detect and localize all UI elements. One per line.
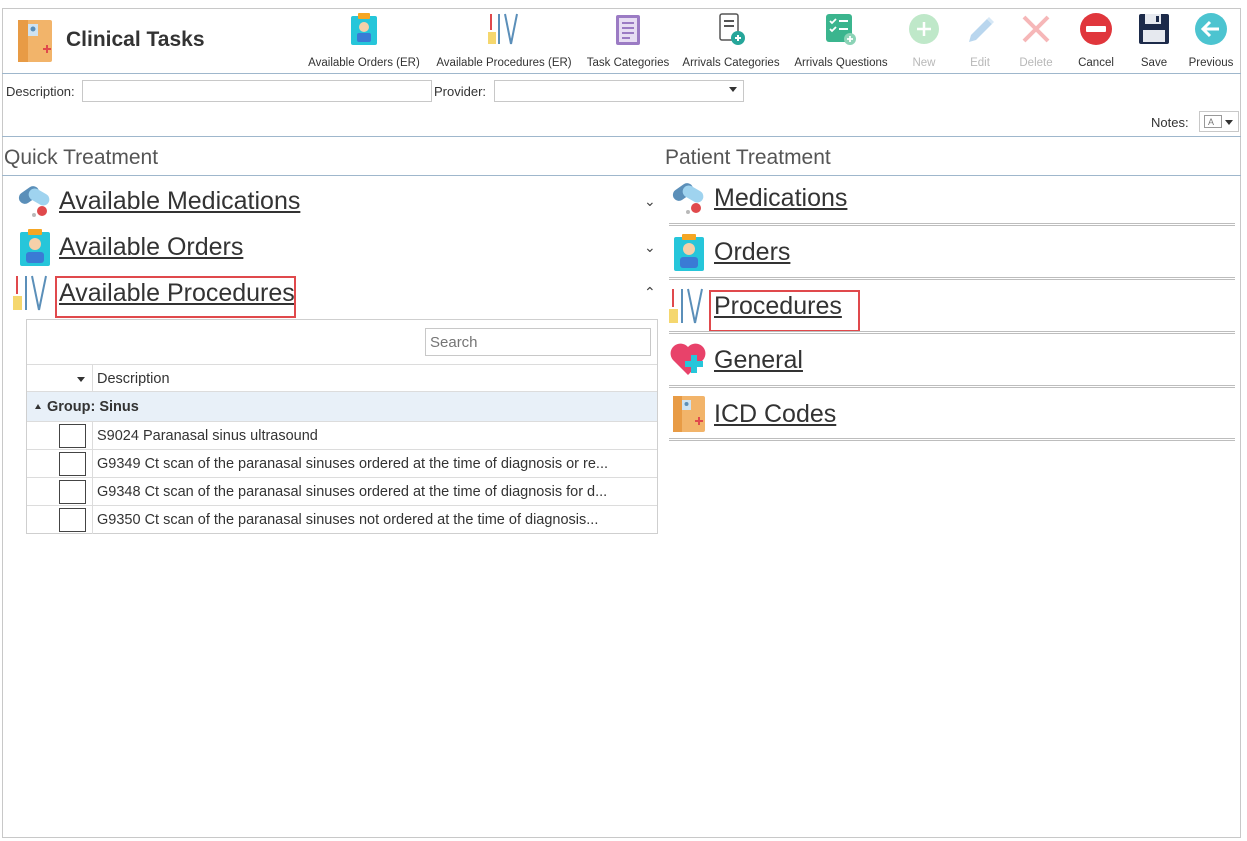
grid-header: Description <box>27 364 657 393</box>
text-format-icon: A <box>1204 115 1222 128</box>
floppy-disk-icon <box>1139 14 1169 44</box>
task-categories-button[interactable]: Task Categories <box>584 8 672 74</box>
new-label: New <box>912 57 936 69</box>
available-orders-er-label: Available Orders (ER) <box>308 57 420 69</box>
table-row[interactable]: G9349 Ct scan of the paranasal sinuses o… <box>27 450 657 478</box>
column-separator <box>92 365 93 393</box>
arrow-left-circle-icon <box>1195 13 1227 45</box>
notes-label: Notes: <box>1151 115 1189 130</box>
clipboard-doctor-icon <box>351 13 377 45</box>
general-link[interactable]: General <box>714 346 803 375</box>
medical-folder-icon <box>18 20 52 62</box>
group-row[interactable]: Group: Sinus <box>27 392 657 422</box>
pills-icon <box>18 186 50 217</box>
clipboard-doctor-icon <box>20 229 50 266</box>
delete-button[interactable]: Delete <box>1010 8 1062 74</box>
collapse-triangle-icon[interactable] <box>35 404 41 409</box>
edit-button[interactable]: Edit <box>954 8 1006 74</box>
row-checkbox[interactable] <box>59 452 86 476</box>
svg-text:A: A <box>1208 117 1214 127</box>
provider-select[interactable] <box>494 80 744 102</box>
provider-label: Provider: <box>434 84 487 99</box>
edit-label: Edit <box>970 57 990 69</box>
divider <box>669 331 1235 334</box>
pencil-icon <box>969 17 994 42</box>
search-input[interactable] <box>425 328 651 356</box>
task-list-icon <box>616 15 640 45</box>
highlight-box <box>55 276 296 318</box>
chevron-up-icon[interactable]: ⌃ <box>644 284 656 301</box>
chevron-down-icon[interactable]: ⌄ <box>644 239 656 256</box>
cancel-label: Cancel <box>1078 57 1114 69</box>
section-divider <box>2 175 1241 176</box>
description-input[interactable] <box>82 80 432 102</box>
arrivals-questions-button[interactable]: Arrivals Questions <box>790 8 892 74</box>
row-description: G9348 Ct scan of the paranasal sinuses o… <box>97 484 608 500</box>
save-label: Save <box>1140 57 1168 69</box>
chevron-down-icon <box>729 87 737 92</box>
cancel-button[interactable]: Cancel <box>1068 8 1124 74</box>
quick-treatment-title: Quick Treatment <box>4 146 159 169</box>
table-row[interactable]: S9024 Paranasal sinus ultrasound <box>27 422 657 450</box>
pills-icon <box>672 183 704 214</box>
checklist-add-icon <box>826 14 856 45</box>
table-row[interactable]: G9350 Ct scan of the paranasal sinuses n… <box>27 506 657 534</box>
row-description: G9349 Ct scan of the paranasal sinuses o… <box>97 456 609 472</box>
orders-link[interactable]: Orders <box>714 238 790 267</box>
previous-label: Previous <box>1188 57 1234 69</box>
group-label: Group: Sinus <box>47 399 139 415</box>
new-button[interactable]: New <box>898 8 950 74</box>
divider <box>669 438 1235 441</box>
column-separator <box>92 450 93 478</box>
available-orders-er-button[interactable]: Available Orders (ER) <box>304 8 424 74</box>
arrivals-questions-label: Arrivals Questions <box>794 57 888 69</box>
patient-treatment-title: Patient Treatment <box>665 146 831 169</box>
icd-codes-link[interactable]: ICD Codes <box>714 400 836 429</box>
divider <box>669 385 1235 388</box>
description-label: Description: <box>6 84 75 99</box>
column-separator <box>92 478 93 506</box>
clipboard-doctor-icon <box>674 234 704 271</box>
notes-format-dropdown[interactable]: A <box>1199 111 1239 132</box>
no-entry-icon <box>1080 13 1112 45</box>
surgical-tools-icon <box>13 275 47 311</box>
available-procedures-er-label: Available Procedures (ER) <box>436 57 572 69</box>
chevron-down-icon <box>1225 120 1233 125</box>
heart-plus-icon <box>670 343 706 375</box>
divider <box>669 277 1235 280</box>
column-header-description[interactable]: Description <box>97 371 170 387</box>
row-checkbox[interactable] <box>59 480 86 504</box>
column-separator <box>92 506 93 534</box>
available-procedures-er-button[interactable]: Available Procedures (ER) <box>432 8 576 74</box>
arrivals-categories-label: Arrivals Categories <box>682 57 780 69</box>
previous-button[interactable]: Previous <box>1184 8 1238 74</box>
column-separator <box>92 422 93 450</box>
table-row[interactable]: G9348 Ct scan of the paranasal sinuses o… <box>27 478 657 506</box>
row-checkbox[interactable] <box>59 424 86 448</box>
arrivals-categories-button[interactable]: Arrivals Categories <box>678 8 784 74</box>
document-add-icon <box>719 13 745 45</box>
surgical-tools-icon <box>669 288 703 324</box>
medications-link[interactable]: Medications <box>714 184 847 213</box>
row-checkbox[interactable] <box>59 508 86 532</box>
surgical-tools-icon <box>488 13 518 45</box>
chevron-down-icon[interactable] <box>77 377 85 382</box>
save-button[interactable]: Save <box>1130 8 1178 74</box>
medical-folder-icon <box>673 396 705 432</box>
row-description: G9350 Ct scan of the paranasal sinuses n… <box>97 512 599 528</box>
app-title: Clinical Tasks <box>66 28 205 51</box>
x-icon <box>1022 15 1050 43</box>
delete-label: Delete <box>1019 57 1053 69</box>
row-description: S9024 Paranasal sinus ultrasound <box>97 428 318 444</box>
available-medications-link[interactable]: Available Medications <box>59 187 300 216</box>
filter-bar: Description: Provider: Notes: A <box>2 80 1241 137</box>
chevron-down-icon[interactable]: ⌄ <box>644 193 656 210</box>
header-toolbar: Clinical Tasks Available Orders (ER) Ava… <box>2 8 1241 74</box>
procedures-grid: Description Group: Sinus S9024 Paranasal… <box>26 319 658 534</box>
highlight-box <box>709 290 860 332</box>
divider <box>669 223 1235 226</box>
plus-circle-icon <box>909 14 939 44</box>
task-categories-label: Task Categories <box>586 57 670 69</box>
available-orders-link[interactable]: Available Orders <box>59 233 243 262</box>
